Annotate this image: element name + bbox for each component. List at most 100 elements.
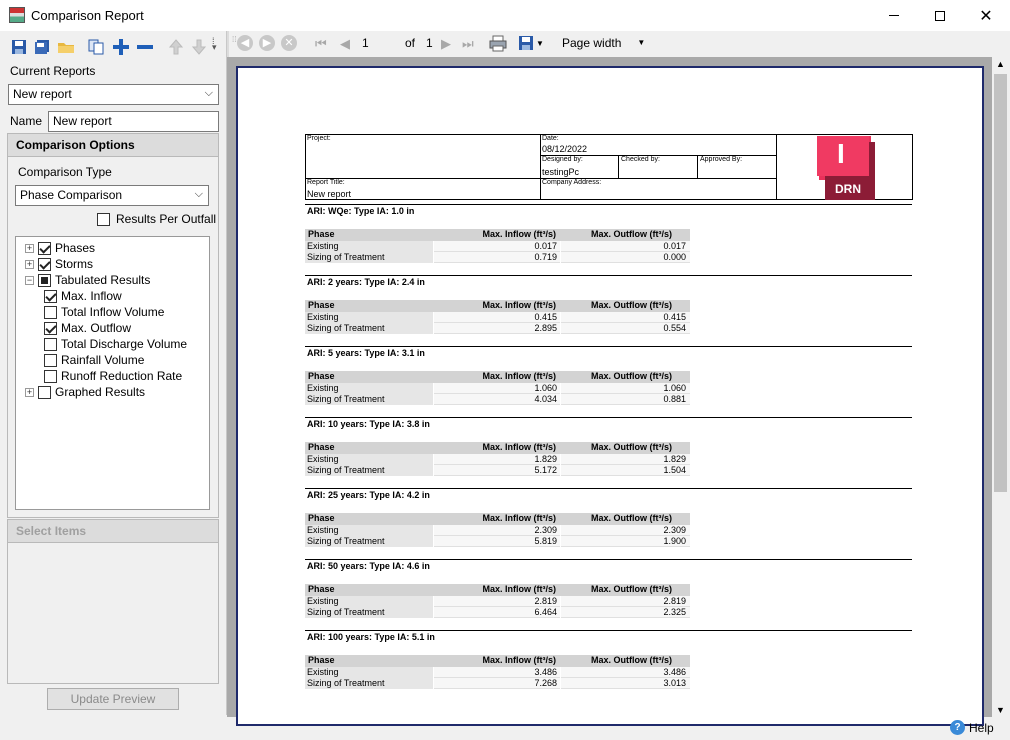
col-inflow-header: Max. Inflow (ft³/s) — [482, 371, 557, 381]
checkbox-icon[interactable] — [38, 273, 51, 287]
export-button[interactable]: ▼ — [518, 35, 544, 51]
checkbox-icon[interactable] — [38, 241, 51, 255]
vertical-scrollbar[interactable]: ▲ ▼ — [992, 57, 1009, 717]
report-title-value: New report — [307, 189, 352, 199]
name-input[interactable]: New report — [48, 111, 219, 132]
back-icon[interactable]: ◀ — [237, 35, 253, 51]
tree-item-label: Rainfall Volume — [61, 353, 145, 367]
save-all-icon[interactable] — [33, 38, 51, 56]
logo-text: DRN — [835, 182, 861, 196]
outflow-cell: 1.900 — [663, 536, 686, 546]
collapse-icon[interactable]: − — [25, 275, 34, 285]
help-label: Help — [969, 720, 994, 735]
tree-item-label: Max. Outflow — [61, 321, 132, 335]
section-divider — [305, 204, 912, 205]
current-reports-label: Current Reports — [10, 64, 96, 78]
page-number-input[interactable]: 1 — [356, 35, 396, 53]
designed-by-value: testingPc — [542, 167, 580, 177]
comparison-type-dropdown[interactable]: Phase Comparison ⌵ — [15, 185, 209, 206]
zoom-dropdown[interactable]: Page width ▼ — [562, 36, 645, 50]
outflow-cell: 0.017 — [663, 241, 686, 251]
checkbox-icon[interactable] — [44, 289, 57, 303]
next-page-icon[interactable]: ▶ — [441, 36, 451, 52]
first-page-icon[interactable]: ⏮ — [315, 36, 327, 52]
checkbox-icon[interactable] — [44, 353, 57, 367]
outflow-cell: 1.060 — [663, 383, 686, 393]
update-preview-button[interactable]: Update Preview — [47, 688, 179, 710]
checkbox-icon[interactable] — [38, 257, 51, 271]
outflow-cell: 1.504 — [663, 465, 686, 475]
col-outflow-header: Max. Outflow (ft³/s) — [591, 584, 672, 594]
tree-item[interactable]: Runoff Reduction Rate — [44, 368, 182, 384]
print-icon[interactable] — [489, 35, 507, 55]
tree-item[interactable]: Total Discharge Volume — [44, 336, 187, 352]
inflow-cell: 3.486 — [534, 667, 557, 677]
inflow-cell: 7.268 — [534, 678, 557, 688]
current-report-dropdown[interactable]: New report ⌵ — [8, 84, 219, 105]
tree-item[interactable]: + Phases — [25, 240, 95, 256]
checkbox-icon[interactable] — [38, 385, 51, 399]
forward-icon[interactable]: ▶ — [259, 35, 275, 51]
company-address-label: Company Address: — [542, 179, 602, 186]
checkbox-icon — [97, 212, 110, 226]
last-page-icon[interactable]: ⏭ — [462, 36, 474, 52]
section-divider — [305, 417, 912, 418]
inflow-cell: 1.060 — [534, 383, 557, 393]
section-divider — [305, 488, 912, 489]
expand-icon[interactable]: + — [25, 387, 34, 397]
col-phase-header: Phase — [308, 442, 335, 452]
expand-icon[interactable]: + — [25, 259, 34, 269]
scrollbar-thumb[interactable] — [994, 74, 1007, 492]
project-label: Project: — [307, 135, 331, 142]
help-button[interactable]: ? Help — [950, 720, 994, 735]
remove-icon[interactable] — [136, 38, 154, 56]
scroll-up-icon[interactable]: ▲ — [996, 59, 1005, 69]
tree-item[interactable]: Max. Inflow — [44, 288, 122, 304]
inflow-cell: 0.415 — [534, 312, 557, 322]
move-up-icon[interactable] — [167, 38, 185, 56]
overflow-icon[interactable]: ⁞ ▾ — [212, 37, 217, 52]
outflow-cell: 2.309 — [663, 525, 686, 535]
tree-item[interactable]: + Graphed Results — [25, 384, 145, 400]
close-icon: ✕ — [979, 7, 993, 25]
col-outflow-header: Max. Outflow (ft³/s) — [591, 229, 672, 239]
move-down-icon[interactable] — [190, 38, 208, 56]
of-label: of — [405, 36, 416, 50]
dropdown-arrow-icon: ▼ — [637, 38, 646, 47]
copy-icon[interactable] — [87, 38, 105, 56]
col-outflow-header: Max. Outflow (ft³/s) — [591, 442, 672, 452]
tree-item[interactable]: Rainfall Volume — [44, 352, 144, 368]
expand-icon[interactable]: + — [25, 243, 34, 253]
maximize-button[interactable] — [917, 0, 963, 31]
phase-cell: Existing — [307, 525, 339, 535]
tree-item[interactable]: + Storms — [25, 256, 93, 272]
col-outflow-header: Max. Outflow (ft³/s) — [591, 300, 672, 310]
checkbox-icon[interactable] — [44, 369, 57, 383]
minimize-button[interactable] — [871, 0, 917, 31]
section-title: ARI: 100 years: Type IA: 5.1 in — [307, 632, 435, 642]
close-button[interactable]: ✕ — [963, 0, 1009, 31]
previous-page-icon[interactable]: ◀ — [340, 36, 350, 52]
outflow-cell: 0.554 — [663, 323, 686, 333]
inflow-cell: 2.819 — [534, 596, 557, 606]
total-pages: 1 — [426, 36, 433, 50]
open-folder-icon[interactable] — [57, 38, 75, 56]
col-outflow-header: Max. Outflow (ft³/s) — [591, 655, 672, 665]
col-inflow-header: Max. Inflow (ft³/s) — [482, 513, 557, 523]
tree-item[interactable]: Max. Outflow — [44, 320, 131, 336]
stop-icon[interactable]: ✕ — [281, 35, 297, 51]
phase-cell: Existing — [307, 596, 339, 606]
checkbox-icon[interactable] — [44, 337, 57, 351]
section-divider — [305, 559, 912, 560]
results-per-outfall-checkbox[interactable]: Results Per Outfall — [97, 212, 216, 226]
save-icon[interactable] — [10, 38, 28, 56]
phase-cell: Existing — [307, 383, 339, 393]
add-icon[interactable] — [112, 38, 130, 56]
tree-item[interactable]: Total Inflow Volume — [44, 304, 164, 320]
tree-item[interactable]: − Tabulated Results — [25, 272, 150, 288]
outflow-cell: 2.819 — [663, 596, 686, 606]
scroll-down-icon[interactable]: ▼ — [996, 705, 1005, 715]
checkbox-icon[interactable] — [44, 321, 57, 335]
tree-item-label: Total Discharge Volume — [61, 337, 188, 351]
checkbox-icon[interactable] — [44, 305, 57, 319]
